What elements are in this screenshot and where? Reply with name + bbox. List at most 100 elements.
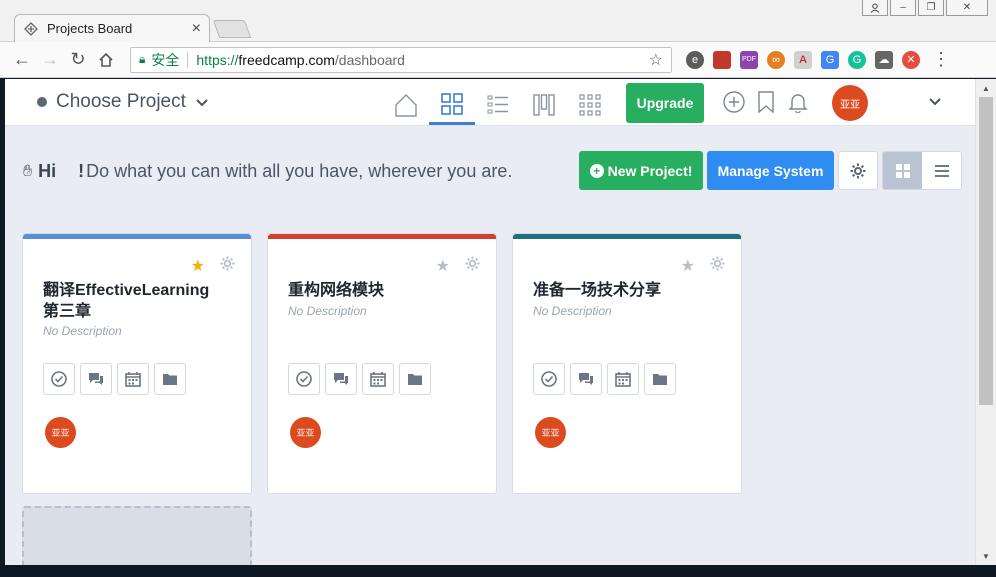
grammarly-icon[interactable]: G <box>848 50 866 69</box>
calendar-icon[interactable] <box>362 363 394 395</box>
new-project-button[interactable]: + New Project! <box>579 151 703 190</box>
red-extension-icon[interactable]: ✕ <box>902 50 920 69</box>
new-tab-button[interactable] <box>212 20 252 38</box>
project-dot-icon <box>37 97 47 107</box>
notification-bell-icon[interactable] <box>787 90 809 114</box>
star-icon[interactable]: ★ <box>191 256 205 276</box>
cloud-extension-icon[interactable]: ☁ <box>875 50 893 69</box>
view-switcher <box>383 85 613 125</box>
calendar-icon[interactable] <box>607 363 639 395</box>
wave-hand-icon: ✋︎ <box>23 162 33 180</box>
add-project-placeholder[interactable] <box>22 506 252 565</box>
project-apps <box>288 363 431 395</box>
infinity-extension-icon[interactable]: ∞ <box>767 50 785 69</box>
project-apps <box>43 363 186 395</box>
project-member-avatar[interactable]: 亚亚 <box>290 417 321 448</box>
minimize-icon[interactable]: – <box>890 0 916 16</box>
address-bar[interactable]: 🔒︎ 安全 https:// freedcamp.com /dashboard … <box>130 46 672 73</box>
project-settings-gear-icon[interactable] <box>710 256 725 276</box>
discussions-icon[interactable] <box>570 363 602 395</box>
scrollbar-thumb[interactable] <box>979 97 993 405</box>
greeting-hi: Hi <box>38 161 57 181</box>
tasks-check-icon[interactable] <box>533 363 565 395</box>
add-icon[interactable] <box>723 90 745 114</box>
discussions-icon[interactable] <box>325 363 357 395</box>
maximize-icon[interactable]: ❐ <box>918 0 944 16</box>
project-card[interactable]: ★ 重构网络模块 No Description 亚亚 <box>267 233 497 494</box>
app-page: Choose Project Upgrade 亚亚 ✋︎ Hi ! Do wha… <box>5 79 975 565</box>
project-description: No Description <box>43 324 122 338</box>
pdf-extension-icon[interactable]: PDF <box>740 50 758 69</box>
upgrade-button[interactable]: Upgrade <box>626 83 704 123</box>
scroll-up-icon[interactable]: ▲ <box>976 81 996 95</box>
project-settings-gear-icon[interactable] <box>465 256 480 276</box>
reload-icon[interactable]: ↻ <box>64 46 92 74</box>
list-view-icon[interactable] <box>475 85 521 125</box>
columns-view-icon[interactable] <box>521 85 567 125</box>
profile-icon[interactable] <box>862 0 888 16</box>
translate-extension-icon[interactable]: G <box>821 50 839 69</box>
os-taskbar <box>0 565 996 577</box>
book-extension-icon[interactable] <box>713 50 731 69</box>
greeting-message: Do what you can with all you have, where… <box>86 161 513 181</box>
project-card[interactable]: ★ 准备一场技术分享 No Description 亚亚 <box>512 233 742 494</box>
project-color-stripe <box>23 234 251 239</box>
home-icon[interactable] <box>92 46 120 74</box>
project-title[interactable]: 准备一场技术分享 <box>533 280 703 301</box>
project-title[interactable]: 重构网络模块 <box>288 280 458 301</box>
list-layout-icon[interactable] <box>922 152 961 189</box>
url-host: freedcamp.com <box>238 51 335 68</box>
project-color-stripe <box>268 234 496 239</box>
evernote-icon[interactable]: e <box>686 50 704 69</box>
bookmark-icon[interactable] <box>755 90 777 114</box>
window-close-icon[interactable]: ✕ <box>946 0 988 16</box>
project-color-stripe <box>513 234 741 239</box>
back-icon[interactable]: ← <box>8 46 36 74</box>
layout-toggle <box>882 151 962 190</box>
home-view-icon[interactable] <box>383 85 429 125</box>
apps-grid-icon[interactable] <box>567 85 613 125</box>
project-description: No Description <box>288 304 367 318</box>
project-member-avatar[interactable]: 亚亚 <box>45 417 76 448</box>
project-title[interactable]: 翻译EffectiveLearning第三章 <box>43 280 213 322</box>
files-folder-icon[interactable] <box>154 363 186 395</box>
project-member-avatar[interactable]: 亚亚 <box>535 417 566 448</box>
discussions-icon[interactable] <box>80 363 112 395</box>
page-scrollbar[interactable]: ▲ ▼ <box>975 79 996 565</box>
browser-tab[interactable]: Projects Board × <box>14 14 210 42</box>
files-folder-icon[interactable] <box>399 363 431 395</box>
tab-close-icon[interactable]: × <box>192 20 201 38</box>
scroll-down-icon[interactable]: ▼ <box>976 549 996 563</box>
project-selector[interactable]: Choose Project <box>37 91 208 113</box>
freedcamp-favicon-icon <box>23 21 39 37</box>
tasks-check-icon[interactable] <box>288 363 320 395</box>
url-protocol: https:// <box>196 51 239 68</box>
adobe-extension-icon[interactable]: A <box>794 50 812 69</box>
browser-menu-icon[interactable]: ⋮ <box>932 49 950 70</box>
project-apps <box>533 363 676 395</box>
calendar-icon[interactable] <box>117 363 149 395</box>
grid-layout-icon[interactable] <box>883 152 922 189</box>
browser-toolbar: ← → ↻ 🔒︎ 安全 https:// freedcamp.com /dash… <box>0 42 996 78</box>
files-folder-icon[interactable] <box>644 363 676 395</box>
user-avatar[interactable]: 亚亚 <box>832 85 868 121</box>
account-menu-chevron-icon[interactable] <box>929 93 941 109</box>
header-icons <box>723 90 809 114</box>
chevron-down-icon <box>196 94 208 110</box>
app-header: Choose Project Upgrade 亚亚 <box>5 79 975 126</box>
star-icon[interactable]: ★ <box>436 256 450 276</box>
board-view-icon[interactable] <box>429 85 475 125</box>
browser-tabstrip: Projects Board × – ❐ ✕ <box>0 0 996 42</box>
bookmark-star-icon[interactable]: ☆ <box>649 50 663 70</box>
project-card[interactable]: ★ 翻译EffectiveLearning第三章 No Description 亚亚 <box>22 233 252 494</box>
gear-icon <box>850 163 866 178</box>
star-icon[interactable]: ★ <box>681 256 695 276</box>
forward-icon[interactable]: → <box>36 46 64 74</box>
project-selector-label: Choose Project <box>56 91 186 112</box>
settings-button[interactable] <box>838 151 878 190</box>
manage-system-button[interactable]: Manage System <box>707 151 834 190</box>
tasks-check-icon[interactable] <box>43 363 75 395</box>
project-settings-gear-icon[interactable] <box>220 256 235 276</box>
tab-title: Projects Board <box>47 21 133 36</box>
window-controls: – ❐ ✕ <box>862 0 988 16</box>
